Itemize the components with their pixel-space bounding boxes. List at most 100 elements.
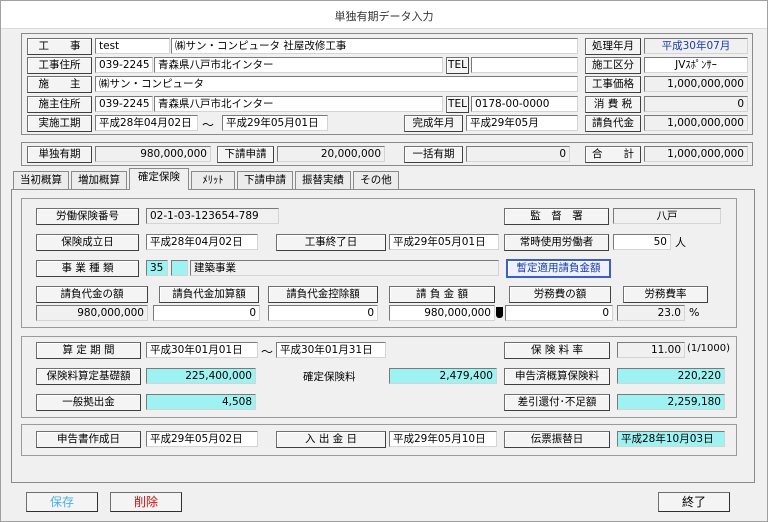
col-ukeoi-daikin[interactable]: 請負代金の額 bbox=[36, 286, 148, 303]
sesyu-button[interactable]: 施 主 bbox=[27, 76, 92, 93]
kansei-button[interactable]: 完成年月 bbox=[404, 115, 463, 132]
koji-code-field[interactable]: test bbox=[95, 38, 170, 54]
val-kasan[interactable]: 0 bbox=[153, 305, 260, 321]
shinkoku-field: 220,220 bbox=[617, 368, 725, 384]
santei-button[interactable]: 算 定 期 間 bbox=[36, 342, 141, 359]
seiritsu-field[interactable]: 平成28年04月02日 bbox=[146, 234, 258, 250]
tab-kakutei[interactable]: 確定保険 bbox=[129, 168, 189, 190]
shuryo-button[interactable]: 工事終了日 bbox=[276, 234, 386, 251]
ukeoi-field: 1,000,000,000 bbox=[644, 115, 748, 131]
jigyo-code-field[interactable]: 35 bbox=[146, 260, 168, 276]
marker-icon bbox=[496, 307, 503, 318]
col-romuhiritsu[interactable]: 労務費率 bbox=[623, 286, 708, 303]
sesyu-address-field[interactable]: 青森県八戸市北インター bbox=[154, 96, 443, 112]
kiso-field: 225,400,000 bbox=[146, 368, 256, 384]
zei-field: 0 bbox=[644, 96, 748, 112]
delete-button[interactable]: 削除 bbox=[110, 492, 182, 512]
koji-zip-field[interactable]: 039-2245 bbox=[95, 57, 153, 73]
shita-field: 20,000,000 bbox=[277, 146, 385, 162]
col-kojo[interactable]: 請負代金控除額 bbox=[268, 286, 378, 303]
tandoku-button[interactable]: 単独有期 bbox=[27, 146, 92, 163]
ikkatsu-button[interactable]: 一括有期 bbox=[404, 146, 463, 163]
joji-unit: 人 bbox=[675, 236, 686, 249]
denpyo-button[interactable]: 伝票振替日 bbox=[504, 431, 610, 448]
koji-name-field[interactable]: ㈱サン・コンピュータ 社屋改修工事 bbox=[171, 38, 578, 54]
shinkoku-button[interactable]: 申告済概算保険料 bbox=[504, 368, 610, 385]
shita-button[interactable]: 下請申請 bbox=[217, 146, 274, 163]
koji-address-button[interactable]: 工事住所 bbox=[27, 57, 92, 74]
santei-end-field[interactable]: 平成30年01月31日 bbox=[276, 342, 386, 358]
gokei-field: 1,000,000,000 bbox=[644, 146, 748, 162]
val-ukeoi-kingaku[interactable]: 980,000,000 bbox=[389, 305, 495, 321]
jigyo-name-field: 建築事業 bbox=[190, 260, 499, 276]
window-title: 単独有期データ入力 bbox=[334, 10, 434, 23]
kansei-field[interactable]: 平成29年05月 bbox=[466, 115, 578, 131]
ukeoi-button[interactable]: 請負代金 bbox=[585, 115, 641, 132]
ippan-button[interactable]: 一般拠出金 bbox=[36, 394, 141, 411]
val-kojo[interactable]: 0 bbox=[268, 305, 378, 321]
sesyu-tel-field[interactable]: 0178-00-0000 bbox=[471, 96, 578, 112]
ikkatsu-field: 0 bbox=[466, 146, 570, 162]
santei-start-field[interactable]: 平成30年01月01日 bbox=[146, 342, 258, 358]
seko-field[interactable]: JVｽﾎﾟﾝｻｰ bbox=[644, 57, 748, 73]
rodo-field: 02-1-03-123654-789 bbox=[146, 208, 279, 224]
seiritsu-button[interactable]: 保険成立日 bbox=[36, 234, 139, 251]
seko-button[interactable]: 施工区分 bbox=[585, 57, 641, 74]
koji-tel-button[interactable]: TEL bbox=[446, 57, 469, 74]
joji-button[interactable]: 常時使用労働者 bbox=[504, 234, 609, 251]
ritsu-button[interactable]: 保 険 料 率 bbox=[504, 342, 610, 359]
koji-address-field[interactable]: 青森県八戸市北インター bbox=[154, 57, 443, 73]
tab-tosho[interactable]: 当初概算 bbox=[13, 171, 69, 189]
val-romuhiritsu: 23.0 bbox=[617, 305, 685, 321]
save-button[interactable]: 保存 bbox=[26, 492, 98, 512]
sesyu-name-field[interactable]: ㈱サン・コンピュータ bbox=[95, 76, 578, 92]
gokei-button[interactable]: 合 計 bbox=[585, 146, 641, 163]
koji-tel-field[interactable] bbox=[471, 57, 578, 73]
sesyu-address-button[interactable]: 施主住所 bbox=[27, 96, 92, 113]
jigyo-sub-field[interactable] bbox=[171, 260, 188, 276]
sesyu-zip-field[interactable]: 039-2245 bbox=[95, 96, 153, 112]
sashihiki-button[interactable]: 差引還付･不足額 bbox=[504, 394, 610, 411]
col-romuhi[interactable]: 労務費の額 bbox=[509, 286, 611, 303]
santei-tilde: ～ bbox=[261, 345, 274, 359]
jigyo-button[interactable]: 事 業 種 類 bbox=[36, 260, 139, 277]
shuryo-field[interactable]: 平成29年05月01日 bbox=[389, 234, 499, 250]
val-romuhi[interactable]: 0 bbox=[505, 305, 613, 321]
koji-button[interactable]: 工 事 bbox=[27, 38, 92, 55]
col-ukeoi-kingaku[interactable]: 請 負 金 額 bbox=[389, 286, 495, 303]
kantoku-button[interactable]: 監 督 署 bbox=[504, 208, 609, 225]
zei-button[interactable]: 消 費 税 bbox=[585, 96, 641, 113]
shori-button[interactable]: 処理年月 bbox=[585, 38, 641, 55]
sakusei-button[interactable]: 申告書作成日 bbox=[36, 431, 141, 448]
rodo-button[interactable]: 労働保険番号 bbox=[36, 208, 139, 225]
tab-sonota[interactable]: その他 bbox=[353, 171, 399, 189]
tab-merit[interactable]: ﾒﾘｯﾄ bbox=[191, 171, 235, 189]
exit-button[interactable]: 終了 bbox=[658, 492, 730, 512]
kakutei-field: 2,479,400 bbox=[389, 368, 497, 384]
period-tilde: ～ bbox=[202, 118, 215, 132]
shori-field: 平成30年07月 bbox=[644, 38, 748, 54]
val-ukeoi-daikin: 980,000,000 bbox=[36, 305, 148, 321]
nyushutsu-button[interactable]: 入 出 金 日 bbox=[276, 431, 386, 448]
tab-shita[interactable]: 下請申請 bbox=[237, 171, 293, 189]
ippan-field: 4,508 bbox=[146, 394, 256, 410]
sakusei-field[interactable]: 平成29年05月02日 bbox=[146, 431, 258, 447]
period-end-field[interactable]: 平成29年05月01日 bbox=[222, 115, 328, 131]
tandoku-field: 980,000,000 bbox=[95, 146, 211, 162]
pct-unit: % bbox=[689, 306, 700, 319]
col-kasan[interactable]: 請負代金加算額 bbox=[159, 286, 259, 303]
zantei-button[interactable]: 暫定適用請負金額 bbox=[506, 259, 611, 278]
kakaku-field: 1,000,000,000 bbox=[644, 76, 748, 92]
sashihiki-field: 2,259,180 bbox=[617, 394, 725, 410]
joji-field[interactable]: 50 bbox=[613, 234, 671, 250]
kiso-button[interactable]: 保険料算定基礎額 bbox=[36, 368, 141, 385]
window: 単独有期データ入力 工 事 test ㈱サン・コンピュータ 社屋改修工事 工事住… bbox=[0, 0, 768, 522]
kakaku-button[interactable]: 工事価格 bbox=[585, 76, 641, 93]
tab-furikae[interactable]: 振替実績 bbox=[295, 171, 351, 189]
tab-zoka[interactable]: 増加概算 bbox=[71, 171, 127, 189]
sesyu-tel-button[interactable]: TEL bbox=[446, 96, 469, 113]
nyushutsu-field[interactable]: 平成29年05月10日 bbox=[389, 431, 497, 447]
period-start-field[interactable]: 平成28年04月02日 bbox=[95, 115, 198, 131]
period-button[interactable]: 実施工期 bbox=[27, 115, 92, 132]
denpyo-field: 平成28年10月03日 bbox=[617, 431, 725, 447]
